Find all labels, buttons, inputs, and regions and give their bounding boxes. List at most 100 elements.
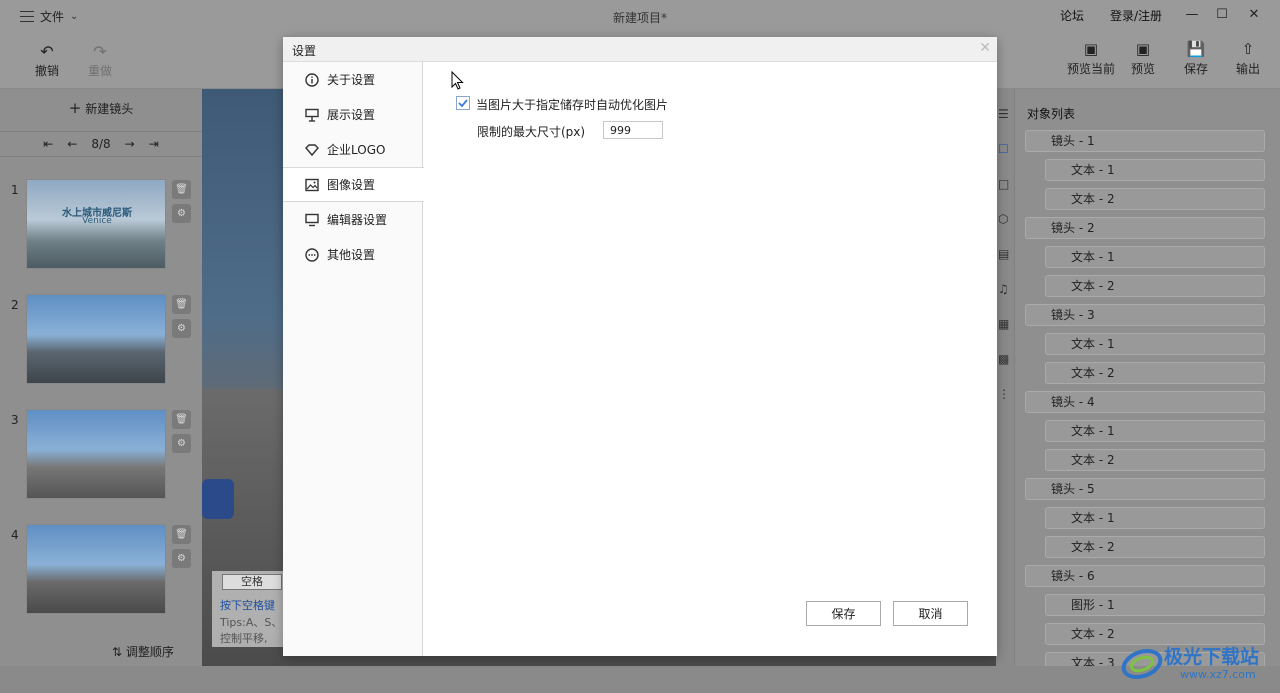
settings-dialog: 设置 ✕ 关于设置 展示设置 企业LOGO 图像设置 编辑器设置 其他设置 当图… bbox=[283, 37, 997, 656]
login-link[interactable]: 登录/注册 bbox=[1110, 7, 1162, 24]
object-list-child[interactable]: 文本 - 1 bbox=[1045, 507, 1265, 529]
page-indicator: 8/8 bbox=[91, 137, 111, 151]
dialog-cancel-button[interactable]: 取消 bbox=[893, 601, 968, 626]
image-tool-icon[interactable]: ▩ bbox=[998, 352, 1009, 366]
new-shot-label: 新建镜头 bbox=[85, 102, 134, 116]
dialog-header: 设置 ✕ bbox=[283, 37, 997, 62]
slide-thumbnail-subtitle: Venice bbox=[82, 216, 112, 226]
scene-bus bbox=[202, 479, 234, 519]
object-list-child[interactable]: 文本 - 1 bbox=[1045, 159, 1265, 181]
hint-space-key: 空格 bbox=[222, 574, 282, 590]
page-tool-icon[interactable]: ▤ bbox=[998, 247, 1009, 261]
slide-thumbnail[interactable] bbox=[26, 409, 166, 499]
object-list-child[interactable]: 文本 - 1 bbox=[1045, 333, 1265, 355]
nav-company-logo[interactable]: 企业LOGO bbox=[283, 132, 423, 167]
select-tool-icon[interactable]: ☐ bbox=[998, 142, 1009, 156]
watermark-url: www.xz7.com bbox=[1180, 668, 1256, 681]
nav-label: 其他设置 bbox=[327, 248, 376, 262]
prev-page-icon[interactable]: ← bbox=[67, 137, 77, 151]
delete-slide-icon[interactable]: 🗑 bbox=[172, 180, 191, 199]
object-list-child[interactable]: 文本 - 2 bbox=[1045, 275, 1265, 297]
first-page-icon[interactable]: ⇤ bbox=[43, 137, 53, 151]
nav-other-settings[interactable]: 其他设置 bbox=[283, 237, 423, 272]
nav-editor-settings[interactable]: 编辑器设置 bbox=[283, 202, 423, 237]
delete-slide-icon[interactable]: 🗑 bbox=[172, 410, 191, 429]
misc-tool-icon[interactable]: ⋮ bbox=[998, 387, 1010, 401]
export-button[interactable]: ⇧ 输出 bbox=[1232, 38, 1264, 77]
frame-tool-icon[interactable]: □ bbox=[998, 177, 1009, 191]
nav-image-settings[interactable]: 图像设置 bbox=[283, 167, 424, 202]
last-page-icon[interactable]: ⇥ bbox=[149, 137, 159, 151]
reorder-icon: ⇅ bbox=[112, 645, 123, 659]
checkmark-icon bbox=[458, 99, 468, 108]
redo-button[interactable]: ↷ 重做 bbox=[80, 42, 120, 79]
object-list-shot[interactable]: 镜头 - 4 bbox=[1025, 391, 1265, 413]
delete-slide-icon[interactable]: 🗑 bbox=[172, 295, 191, 314]
slide-item[interactable]: 3 🗑 ⚙ bbox=[0, 409, 202, 501]
max-size-input[interactable] bbox=[603, 121, 663, 139]
preview-button[interactable]: ▣ 预览 bbox=[1127, 38, 1159, 77]
object-list-child[interactable]: 文本 - 2 bbox=[1045, 362, 1265, 384]
preview-current-button[interactable]: ▣ 预览当前 bbox=[1066, 38, 1116, 77]
slide-item[interactable]: 1 水上城市威尼斯 Venice 🗑 ⚙ bbox=[0, 179, 202, 271]
nav-display-settings[interactable]: 展示设置 bbox=[283, 97, 423, 132]
slide-settings-icon[interactable]: ⚙ bbox=[172, 319, 191, 338]
slide-settings-icon[interactable]: ⚙ bbox=[172, 549, 191, 568]
dialog-close-icon[interactable]: ✕ bbox=[979, 40, 991, 56]
maximize-icon[interactable]: ☐ bbox=[1211, 5, 1233, 23]
slide-item[interactable]: 4 🗑 ⚙ bbox=[0, 524, 202, 616]
optimize-image-label[interactable]: 当图片大于指定储存时自动优化图片 bbox=[476, 96, 668, 113]
slide-thumbnail[interactable] bbox=[26, 524, 166, 614]
next-page-icon[interactable]: → bbox=[125, 137, 135, 151]
slide-number: 1 bbox=[11, 183, 19, 197]
save-toolbar-button[interactable]: 💾 保存 bbox=[1180, 38, 1212, 77]
dialog-save-button[interactable]: 保存 bbox=[806, 601, 881, 626]
object-list-child[interactable]: 文本 - 2 bbox=[1045, 536, 1265, 558]
slide-settings-icon[interactable]: ⚙ bbox=[172, 434, 191, 453]
watermark-swirl-icon bbox=[1121, 648, 1163, 680]
slide-item[interactable]: 2 🗑 ⚙ bbox=[0, 294, 202, 386]
optimize-image-checkbox[interactable] bbox=[456, 96, 470, 110]
nav-about-settings[interactable]: 关于设置 bbox=[283, 62, 423, 97]
object-list-child[interactable]: 图形 - 1 bbox=[1045, 594, 1265, 616]
close-icon[interactable]: ✕ bbox=[1243, 5, 1265, 23]
calendar-tool-icon[interactable]: ▦ bbox=[998, 317, 1009, 331]
forum-link[interactable]: 论坛 bbox=[1060, 7, 1084, 24]
minimize-icon[interactable]: — bbox=[1181, 5, 1203, 23]
easel-icon bbox=[304, 107, 320, 123]
audio-tool-icon[interactable]: ♫ bbox=[998, 282, 1009, 296]
object-list-child[interactable]: 文本 - 1 bbox=[1045, 420, 1265, 442]
object-list-child[interactable]: 文本 - 2 bbox=[1045, 449, 1265, 471]
object-list-shot[interactable]: 镜头 - 1 bbox=[1025, 130, 1265, 152]
nav-label: 编辑器设置 bbox=[327, 213, 388, 227]
settings-nav: 关于设置 展示设置 企业LOGO 图像设置 编辑器设置 其他设置 bbox=[283, 62, 424, 656]
new-shot-button[interactable]: + 新建镜头 bbox=[0, 99, 202, 117]
hint-text-3: 控制平移, bbox=[220, 632, 268, 645]
object-list-shot[interactable]: 镜头 - 2 bbox=[1025, 217, 1265, 239]
delete-slide-icon[interactable]: 🗑 bbox=[172, 525, 191, 544]
max-size-label: 限制的最大尺寸(px) bbox=[477, 125, 586, 139]
slide-pager: ⇤ ← 8/8 → ⇥ bbox=[0, 131, 202, 157]
slide-number: 4 bbox=[11, 528, 19, 542]
dialog-title: 设置 bbox=[292, 44, 317, 58]
preview-label: 预览 bbox=[1130, 62, 1155, 76]
slide-settings-icon[interactable]: ⚙ bbox=[172, 204, 191, 223]
shape-tool-icon[interactable]: ⬡ bbox=[998, 212, 1008, 226]
hint-text-1: 按下空格键 bbox=[220, 599, 275, 612]
export-icon: ⇧ bbox=[1241, 40, 1255, 58]
undo-button[interactable]: ↶ 撤销 bbox=[27, 42, 67, 79]
object-list-child[interactable]: 文本 - 1 bbox=[1045, 246, 1265, 268]
object-list-child[interactable]: 文本 - 2 bbox=[1045, 188, 1265, 210]
object-list-shot[interactable]: 镜头 - 6 bbox=[1025, 565, 1265, 587]
slide-thumbnail[interactable]: 水上城市威尼斯 Venice bbox=[26, 179, 166, 269]
slide-number: 3 bbox=[11, 413, 19, 427]
text-tool-icon[interactable]: ☰ bbox=[998, 107, 1009, 121]
object-list-shot[interactable]: 镜头 - 5 bbox=[1025, 478, 1265, 500]
slide-thumbnail[interactable] bbox=[26, 294, 166, 384]
object-list-shot[interactable]: 镜头 - 3 bbox=[1025, 304, 1265, 326]
preview-current-icon: ▣ bbox=[1083, 40, 1099, 58]
hint-text-2: Tips:A、S、 bbox=[220, 616, 283, 629]
info-icon bbox=[304, 72, 320, 88]
plus-icon: + bbox=[68, 99, 82, 117]
reorder-button[interactable]: ⇅ 调整顺序 bbox=[112, 643, 174, 660]
